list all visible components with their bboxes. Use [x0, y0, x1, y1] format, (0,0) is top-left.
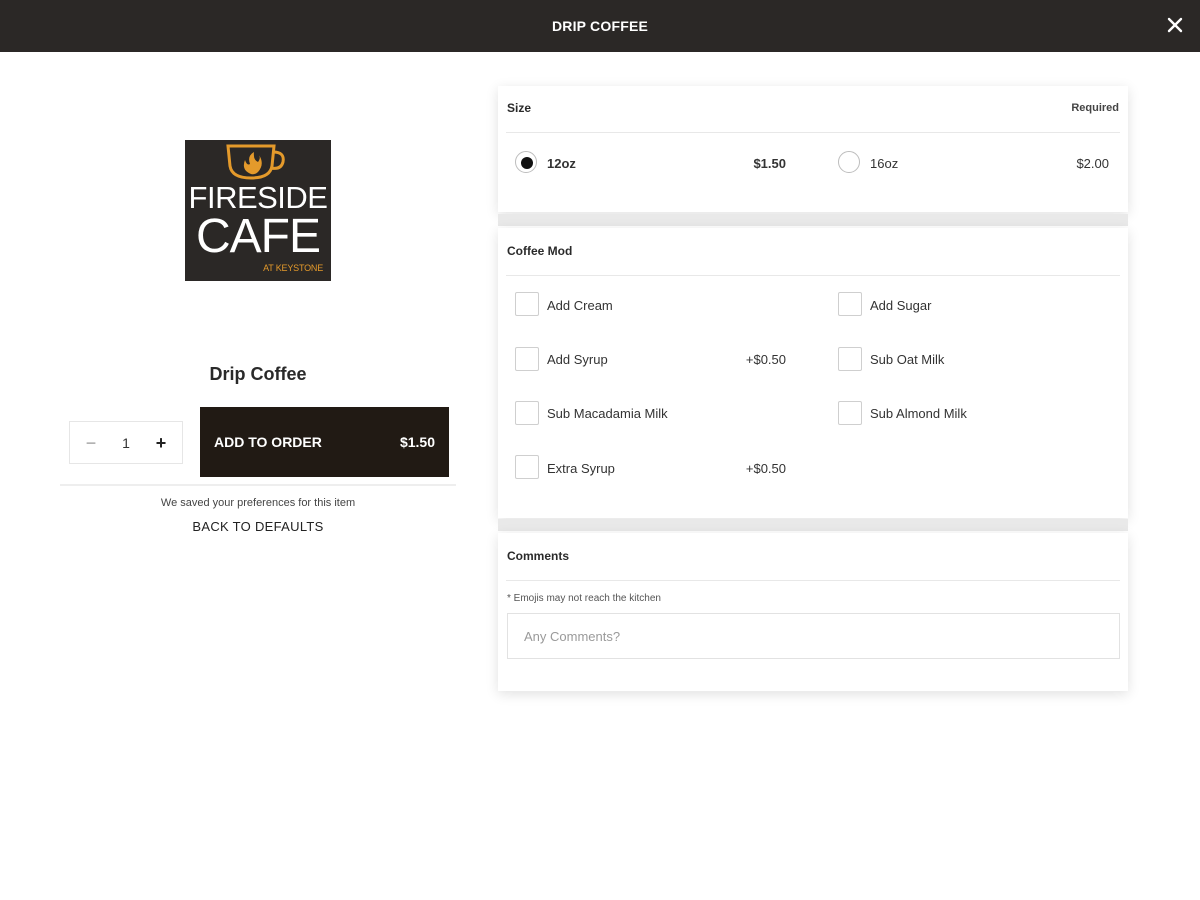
size-option-price: $1.50	[753, 156, 786, 171]
emoji-note: * Emojis may not reach the kitchen	[507, 593, 661, 604]
page-title: DRIP COFFEE	[551, 18, 649, 34]
add-to-order-button[interactable]: ADD TO ORDER $1.50	[200, 407, 449, 477]
size-card: Size Required 12oz $1.50 16oz $2.00	[498, 86, 1128, 212]
divider	[506, 275, 1120, 276]
cafe-logo: FIRESIDE CAFE AT KEYSTONE	[185, 140, 331, 281]
size-option-label: 12oz	[547, 156, 576, 171]
comments-card: Comments * Emojis may not reach the kitc…	[498, 533, 1128, 691]
comments-input[interactable]	[507, 613, 1120, 659]
mod-option-price: +$0.50	[745, 461, 786, 476]
add-sugar-checkbox[interactable]	[838, 292, 862, 316]
comments-title: Comments	[507, 549, 570, 563]
required-label: Required	[1071, 102, 1119, 114]
quantity-value: 1	[122, 435, 130, 451]
add-syrup-checkbox[interactable]	[515, 347, 539, 371]
size-12oz-radio[interactable]	[515, 151, 537, 173]
top-bar: DRIP COFFEE	[0, 0, 1200, 52]
mod-option-label: Sub Almond Milk	[870, 406, 967, 421]
logo-line-keystone: AT KEYSTONE	[263, 263, 323, 273]
coffee-mod-title: Coffee Mod	[507, 244, 573, 258]
coffee-cup-flame-icon	[226, 144, 285, 180]
mod-option-label: Sub Macadamia Milk	[547, 406, 668, 421]
saved-preferences-note: We saved your preferences for this item	[160, 497, 356, 509]
mod-option-price: +$0.50	[745, 352, 786, 367]
extra-syrup-checkbox[interactable]	[515, 455, 539, 479]
mod-option-label: Add Cream	[547, 298, 613, 313]
divider	[506, 580, 1120, 581]
size-option-label: 16oz	[870, 156, 899, 171]
add-cream-checkbox[interactable]	[515, 292, 539, 316]
add-to-order-price: $1.50	[399, 434, 435, 450]
divider	[60, 484, 456, 486]
coffee-mod-card: Coffee Mod Add Cream Add Sugar Add Syrup…	[498, 228, 1128, 518]
divider	[506, 132, 1120, 133]
quantity-stepper: − 1 +	[69, 421, 183, 464]
mod-option-label: Extra Syrup	[547, 461, 615, 476]
decrease-quantity-button[interactable]: −	[82, 432, 100, 454]
mod-option-label: Add Sugar	[870, 298, 932, 313]
sub-oat-milk-checkbox[interactable]	[838, 347, 862, 371]
logo-line-fireside: FIRESIDE	[188, 180, 328, 215]
sub-almond-milk-checkbox[interactable]	[838, 401, 862, 425]
mod-option-label: Sub Oat Milk	[870, 352, 945, 367]
section-separator	[498, 214, 1128, 226]
size-title: Size	[507, 101, 532, 115]
mod-option-label: Add Syrup	[547, 352, 608, 367]
increase-quantity-button[interactable]: +	[152, 432, 170, 454]
size-option-price: $2.00	[1076, 156, 1109, 171]
close-icon[interactable]	[1164, 14, 1186, 36]
size-16oz-radio[interactable]	[838, 151, 860, 173]
sub-macadamia-milk-checkbox[interactable]	[515, 401, 539, 425]
item-name: Drip Coffee	[209, 364, 307, 384]
add-to-order-label: ADD TO ORDER	[214, 434, 322, 450]
back-to-defaults-link[interactable]: BACK TO DEFAULTS	[60, 519, 456, 534]
logo-line-cafe: CAFE	[195, 210, 321, 263]
section-separator	[498, 519, 1128, 531]
